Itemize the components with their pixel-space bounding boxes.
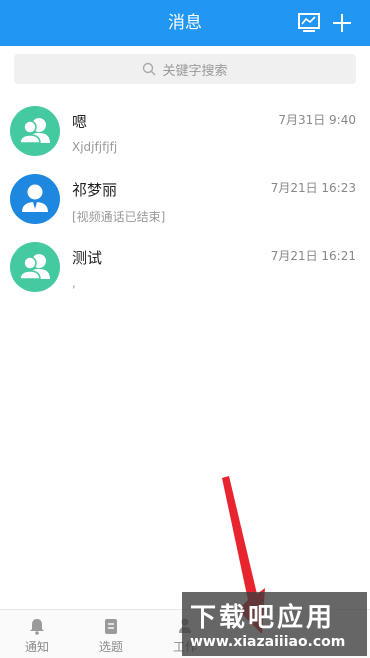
tab-label: 通知 [24, 640, 49, 654]
watermark-logo: 下载吧应用 www.xiazaiiiao.com [182, 592, 367, 656]
conversation-item[interactable]: 祁梦丽 7月21日 16:23 [视频通话已结束] [0, 162, 370, 230]
group-avatar-icon [10, 106, 60, 156]
conversation-name: 嗯 [72, 113, 88, 131]
add-icon[interactable] [331, 13, 353, 33]
search-placeholder: 关键字搜索 [162, 63, 228, 79]
bell-icon [30, 619, 44, 635]
tab-notice[interactable]: 通知 [0, 610, 74, 658]
group-avatar-icon [10, 242, 60, 292]
conversation-preview: Xjdjfjfjfj [72, 140, 118, 154]
watermark-url: www.xiazaiiiao.com [190, 634, 346, 650]
conversation-name: 祁梦丽 [72, 181, 118, 199]
conversation-time: 7月31日 9:40 [278, 113, 356, 127]
conversation-name: 测试 [72, 249, 103, 267]
search-area: 关键字搜索 [0, 46, 370, 94]
top-bar: 消息 [0, 0, 370, 46]
conversation-item[interactable]: 测试 7月21日 16:21 , [0, 230, 370, 298]
conversation-time: 7月21日 16:23 [270, 181, 356, 195]
tab-topics[interactable]: 选题 [74, 610, 148, 658]
conversation-preview: , [72, 276, 76, 290]
monitor-icon[interactable] [298, 13, 320, 33]
conversation-item[interactable]: 嗯 7月31日 9:40 Xjdjfjfjfj [0, 94, 370, 162]
search-icon [143, 62, 156, 76]
document-icon [105, 619, 117, 634]
watermark-title: 下载吧应用 [190, 603, 336, 633]
conversation-preview: [视频通话已结束] [72, 210, 166, 224]
search-input[interactable]: 关键字搜索 [14, 54, 356, 84]
conversation-time: 7月21日 16:21 [270, 249, 356, 263]
person-avatar-icon [10, 174, 60, 224]
tab-label: 选题 [98, 640, 123, 654]
